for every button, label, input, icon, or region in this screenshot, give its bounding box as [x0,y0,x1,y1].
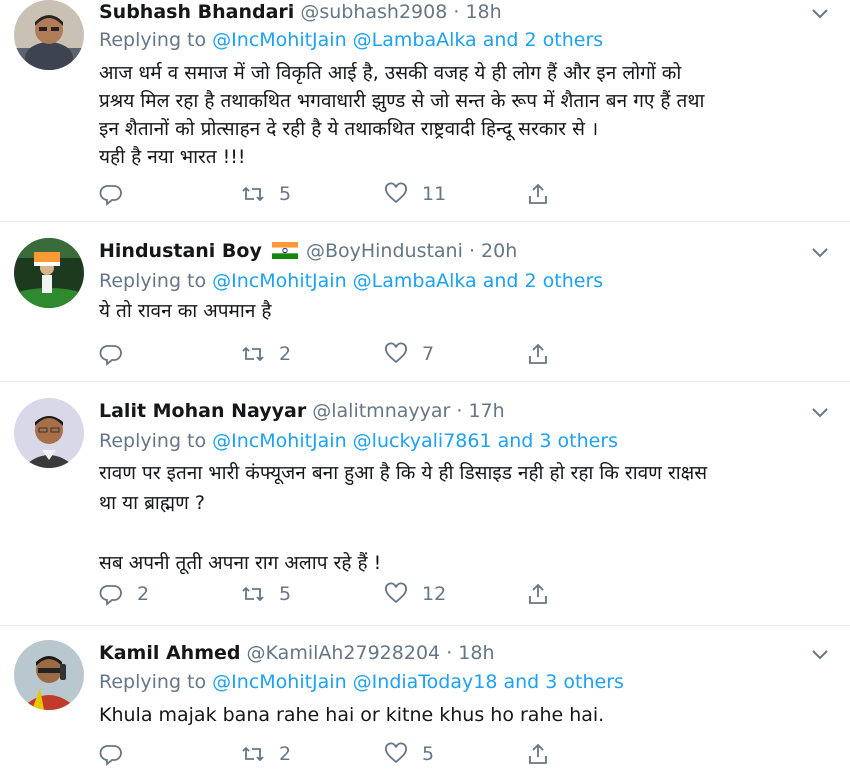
share-icon [529,343,547,364]
display-name[interactable]: Hindustani Boy [99,240,262,262]
like-button[interactable]: 11 [384,180,446,208]
like-count: 7 [422,343,435,365]
tweet-header: Kamil Ahmed @KamilAh27928204 · 18h [99,640,495,666]
separator-dot: · [446,642,453,664]
like-button[interactable]: 12 [384,580,446,608]
more-chevron-icon[interactable] [810,3,830,23]
replying-to-label: Replying to [99,671,207,693]
reply-count: 2 [137,583,150,605]
tweet[interactable]: Lalit Mohan Nayyar @lalitmnayyar · 17h R… [0,382,850,626]
mention-link[interactable]: @IncMohitJain [212,270,346,292]
replying-to-label: Replying to [99,29,207,51]
share-icon [529,183,547,204]
retweet-icon [242,586,264,602]
reply-icon [99,745,122,766]
share-button[interactable] [526,180,550,208]
more-chevron-icon[interactable] [810,242,830,262]
display-name[interactable]: Kamil Ahmed [99,642,241,664]
share-button[interactable] [526,580,550,608]
separator-dot: · [468,240,475,262]
avatar[interactable] [14,238,84,308]
more-chevron-icon[interactable] [810,644,830,664]
timestamp[interactable]: 17h [468,400,504,422]
avatar[interactable] [14,0,84,70]
replying-to: Replying to @IncMohitJain @luckyali7861 … [99,430,618,452]
timestamp[interactable]: 20h [481,240,517,262]
share-button[interactable] [526,340,550,368]
mention-link[interactable]: @LambaAlka [353,29,477,51]
india-flag-icon [271,242,298,259]
tweet[interactable]: Hindustani Boy @BoyHindustani · 20h Repl… [0,222,850,382]
replying-to-label: Replying to [99,430,207,452]
reply-button[interactable] [99,180,137,208]
retweet-icon [242,346,264,362]
user-handle[interactable]: @KamilAh27928204 [247,642,441,664]
user-handle[interactable]: @BoyHindustani [306,240,463,262]
replying-to: Replying to @IncMohitJain @IndiaToday18 … [99,671,624,693]
reply-button[interactable]: 2 [99,580,149,608]
others-link[interactable]: and 2 others [483,29,603,51]
mention-link[interactable]: @IndiaToday18 [353,671,498,693]
like-button[interactable]: 5 [384,740,434,768]
mention-link[interactable]: @IncMohitJain [212,430,346,452]
replying-to: Replying to @IncMohitJain @LambaAlka and… [99,29,603,51]
like-count: 11 [422,183,447,205]
retweet-button[interactable]: 2 [241,740,291,768]
separator-dot: · [456,400,463,422]
more-chevron-icon[interactable] [810,402,830,422]
reply-icon [99,585,122,606]
others-link[interactable]: and 3 others [498,430,618,452]
retweet-count: 2 [279,743,292,765]
timestamp[interactable]: 18h [465,1,501,23]
share-button[interactable] [526,740,550,768]
tweet-header: Hindustani Boy @BoyHindustani · 20h [99,238,517,264]
heart-icon [385,342,407,364]
user-handle[interactable]: @lalitmnayyar [312,400,450,422]
retweet-count: 5 [279,183,292,205]
mention-link[interactable]: @IncMohitJain [212,29,346,51]
retweet-count: 5 [279,583,292,605]
user-handle[interactable]: @subhash2908 [300,1,447,23]
reply-icon [99,185,122,206]
mention-link[interactable]: @IncMohitJain [212,671,346,693]
retweet-button[interactable]: 5 [241,580,291,608]
others-link[interactable]: and 3 others [503,671,623,693]
tweet-text: ये तो रावन का अपमान है [99,300,272,322]
mention-link[interactable]: @luckyali7861 [353,430,492,452]
heart-icon [385,582,407,604]
heart-icon [385,742,407,764]
heart-icon [385,182,407,204]
retweet-icon [242,746,264,762]
tweet-header: Subhash Bhandari @subhash2908 · 18h [99,0,502,25]
share-icon [529,583,547,604]
share-icon [529,743,547,764]
retweet-button[interactable]: 5 [241,180,291,208]
reply-icon [99,345,122,366]
retweet-count: 2 [279,343,292,365]
tweet-text: आज धर्म व समाज में जो विकृति आई है, उसकी… [99,62,705,168]
others-link[interactable]: and 2 others [483,270,603,292]
replying-to-label: Replying to [99,270,207,292]
timestamp[interactable]: 18h [458,642,494,664]
like-button[interactable]: 7 [384,340,434,368]
tweet-text: Khula majak bana rahe hai or kitne khus … [99,704,605,726]
replying-to: Replying to @IncMohitJain @LambaAlka and… [99,270,603,292]
avatar[interactable] [14,640,84,710]
display-name[interactable]: Lalit Mohan Nayyar [99,400,306,422]
reply-button[interactable] [99,740,137,768]
like-count: 5 [422,743,435,765]
display-name[interactable]: Subhash Bhandari [99,1,294,23]
tweet-header: Lalit Mohan Nayyar @lalitmnayyar · 17h [99,398,505,424]
reply-button[interactable] [99,340,137,368]
mention-link[interactable]: @LambaAlka [353,270,477,292]
tweet-text: रावण पर इतना भारी कंफ्यूजन बना हुआ है कि… [99,462,708,574]
tweet[interactable]: Kamil Ahmed @KamilAh27928204 · 18h Reply… [0,626,850,781]
tweet[interactable]: Subhash Bhandari @subhash2908 · 18h Repl… [0,0,850,222]
retweet-icon [242,186,264,202]
separator-dot: · [453,1,460,23]
retweet-button[interactable]: 2 [241,340,291,368]
like-count: 12 [422,583,447,605]
avatar[interactable] [14,398,84,468]
